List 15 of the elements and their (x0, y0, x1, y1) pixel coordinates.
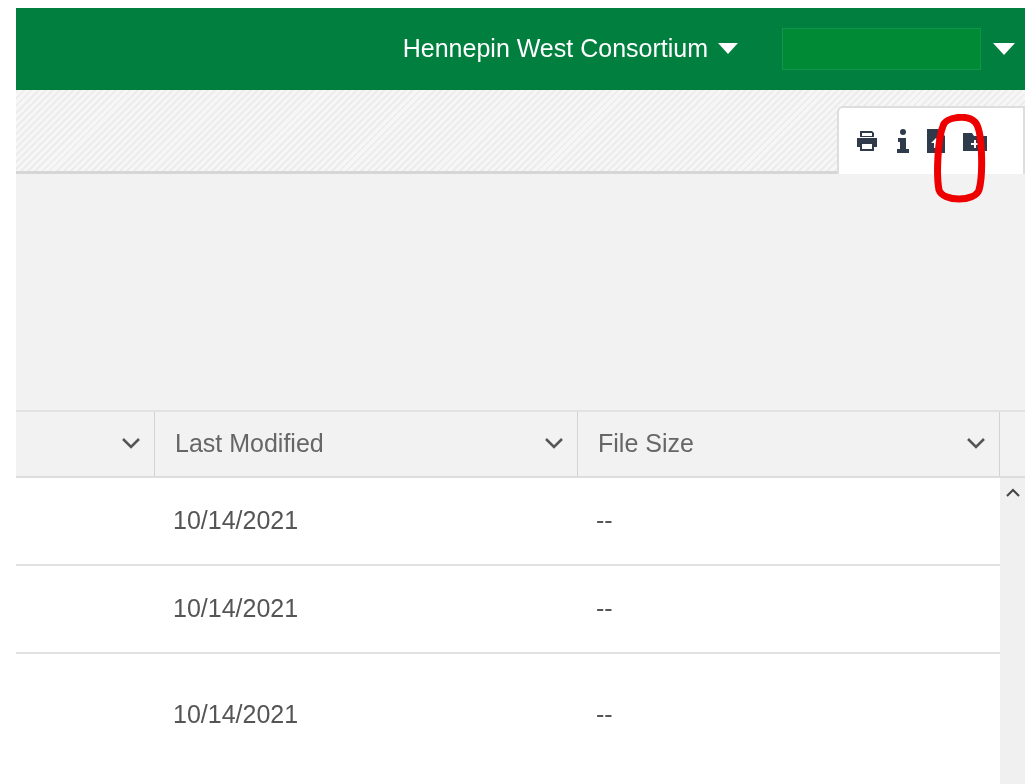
table-cell: 10/14/2021 (173, 594, 299, 623)
table-cell: 10/14/2021 (173, 506, 299, 535)
table-cell: -- (596, 700, 613, 728)
table-cell: -- (596, 506, 613, 535)
print-icon[interactable] (855, 129, 879, 152)
scroll-up-icon[interactable] (1005, 488, 1020, 497)
table-cell: -- (596, 594, 613, 623)
column-header[interactable]: File Size (578, 411, 1000, 476)
table-cell: 10/14/2021 (173, 700, 299, 728)
caret-icon (993, 42, 1015, 55)
organization-menu[interactable]: Hennepin West Consortium (402, 30, 738, 68)
column-header[interactable]: Last Modified (155, 411, 578, 476)
scrollbar[interactable] (1000, 478, 1025, 784)
caret-icon (718, 43, 738, 55)
info-icon[interactable] (897, 128, 909, 153)
